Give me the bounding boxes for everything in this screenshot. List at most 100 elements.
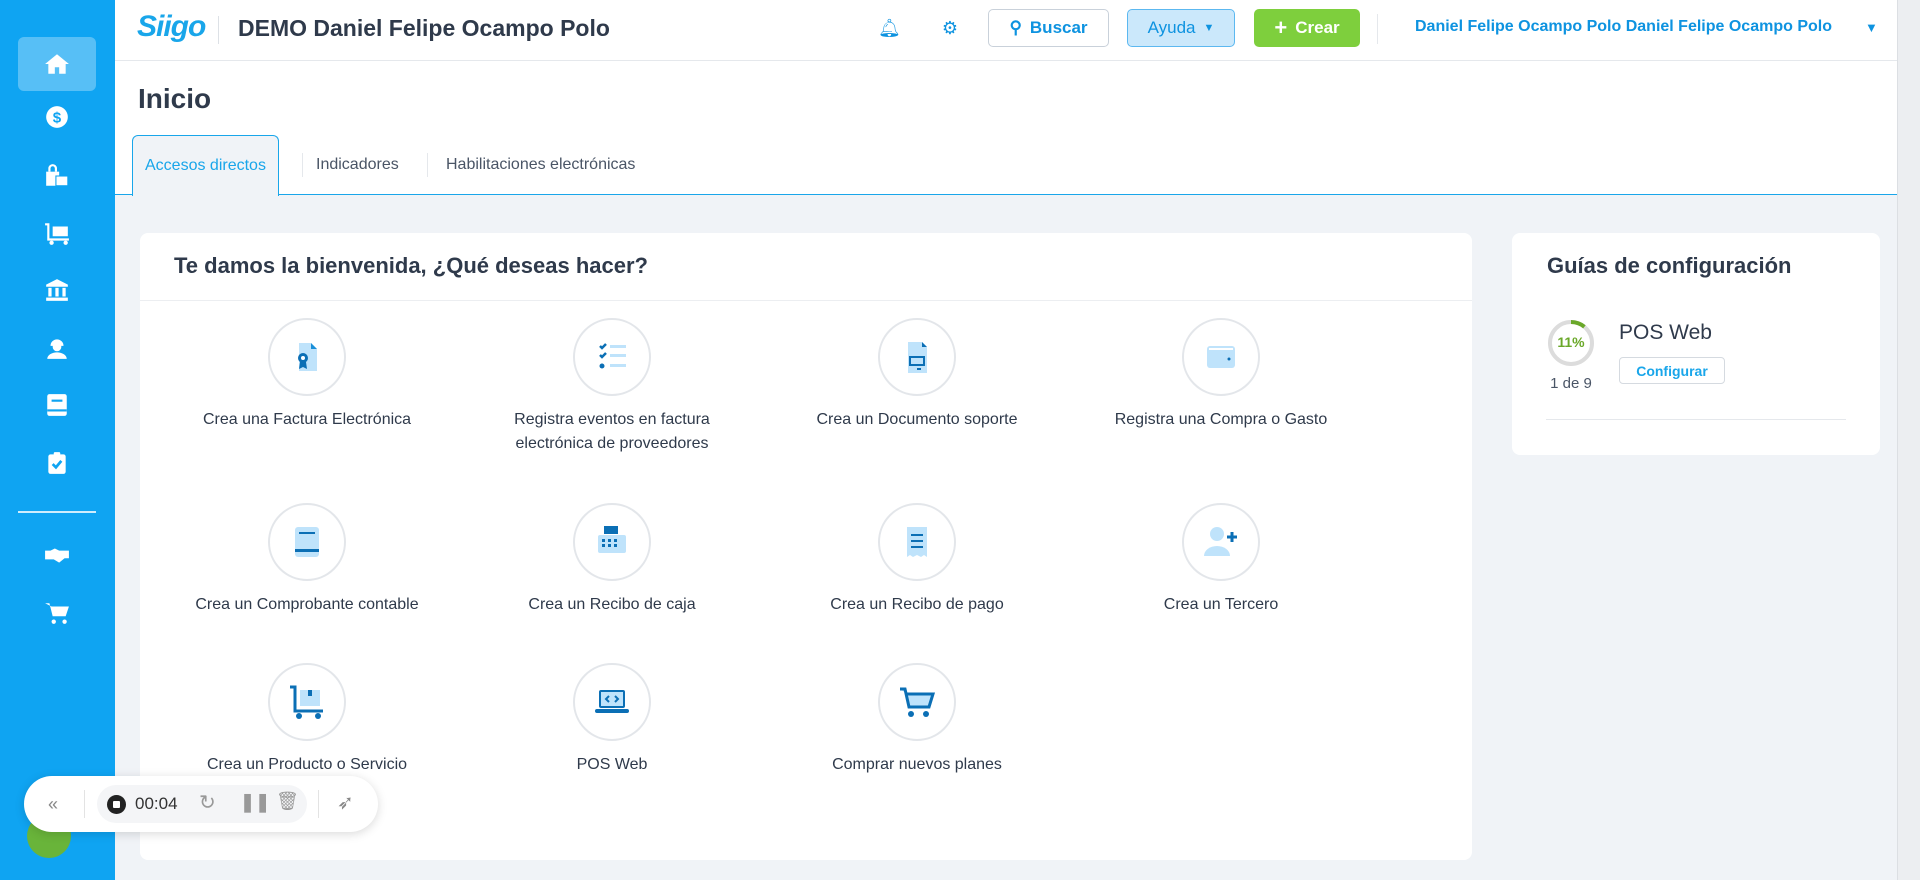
shortcut-label: Registra una Compra o Gasto — [1114, 411, 1328, 428]
svg-text:$: $ — [53, 109, 62, 126]
user-menu[interactable]: Daniel Felipe Ocampo Polo Daniel Felipe … — [1415, 18, 1832, 36]
trash-icon[interactable]: 🗑︎ — [276, 791, 299, 812]
invoice-certificate-icon — [298, 343, 317, 371]
chevron-down-icon[interactable]: ▼ — [1865, 20, 1878, 35]
shortcut-label: Crea un Tercero — [1163, 596, 1279, 613]
tab-divider — [427, 153, 428, 177]
pause-icon[interactable]: ❚❚ — [240, 792, 270, 813]
clipboard-check-icon — [48, 452, 66, 474]
shortcut-icon-circle[interactable] — [1182, 318, 1260, 396]
welcome-title: Te damos la bienvenida, ¿Qué deseas hace… — [174, 253, 648, 278]
divider — [318, 790, 319, 818]
sidebar-item-accounting[interactable] — [18, 378, 96, 432]
sidebar-item-inventory[interactable] — [18, 206, 96, 260]
search-label: Buscar — [1029, 18, 1088, 37]
shortcut-icon-circle[interactable] — [268, 503, 346, 581]
search-button[interactable]: ⚲ Buscar — [988, 9, 1109, 47]
shopping-cart-icon — [900, 687, 936, 717]
shortcut-icon-circle[interactable] — [573, 663, 651, 741]
book-icon — [47, 394, 67, 416]
shortcut-laptop-code[interactable]: POS Web — [462, 663, 762, 777]
shortcut-document[interactable]: Crea un Documento soporte — [767, 318, 1067, 432]
checklist-icon — [599, 343, 626, 369]
sidebar-item-tasks[interactable] — [18, 436, 96, 490]
guides-title: Guías de configuración — [1547, 253, 1792, 278]
shortcut-icon-circle[interactable] — [573, 503, 651, 581]
help-button[interactable]: Ayuda ▼ — [1127, 9, 1235, 47]
shortcut-wallet[interactable]: Registra una Compra o Gasto — [1071, 318, 1371, 432]
sidebar-item-partners[interactable] — [18, 528, 96, 582]
shortcut-label: Comprar nuevos planes — [832, 756, 1002, 773]
gear-icon[interactable]: ⚙ — [939, 18, 961, 40]
shortcut-checklist[interactable]: Registra eventos en factura electrónica … — [462, 318, 762, 456]
shortcut-invoice-certificate[interactable]: Crea una Factura Electrónica — [157, 318, 457, 432]
shortcut-label: POS Web — [576, 756, 648, 773]
tab-accesos-directos[interactable]: Accesos directos — [132, 135, 279, 196]
header-divider — [218, 16, 219, 44]
stop-icon[interactable] — [107, 795, 126, 814]
shortcut-label: Crea un Recibo de caja — [528, 596, 696, 613]
shortcut-label: Crea una Factura Electrónica — [202, 411, 412, 428]
shortcut-receipt[interactable]: Crea un Recibo de pago — [767, 503, 1067, 617]
tab-habilitaciones[interactable]: Habilitaciones electrónicas — [434, 135, 647, 195]
shortcut-label: Registra eventos en factura electrónica … — [514, 411, 710, 452]
scrollbar[interactable] — [1897, 0, 1920, 880]
document-icon — [908, 342, 927, 373]
plus-icon: + — [1274, 15, 1288, 40]
shortcut-icon-circle[interactable] — [573, 318, 651, 396]
sidebar: $ — [0, 0, 115, 880]
config-guides-card: Guías de configuración 11% 1 de 9 POS We… — [1512, 233, 1880, 455]
shortcut-cash-register[interactable]: Crea un Recibo de caja — [462, 503, 762, 617]
divider — [140, 300, 1472, 301]
sidebar-item-payroll[interactable] — [18, 321, 96, 375]
sidebar-item-bank[interactable] — [18, 263, 96, 317]
tab-divider — [302, 153, 303, 177]
collapse-icon[interactable]: « — [48, 794, 58, 815]
recording-time: 00:04 — [135, 794, 178, 813]
pointer-icon[interactable]: ➶ — [337, 790, 354, 815]
help-label: Ayuda — [1147, 18, 1196, 37]
page-title: Inicio — [138, 83, 212, 114]
progress-count: 1 de 9 — [1550, 375, 1592, 392]
shortcut-label: Crea un Documento soporte — [816, 411, 1018, 428]
shortcut-icon-circle[interactable] — [878, 318, 956, 396]
restart-icon[interactable]: ↻ — [199, 790, 216, 815]
create-label: Crear — [1295, 18, 1340, 37]
shortcut-icon-circle[interactable] — [1182, 503, 1260, 581]
create-button[interactable]: + Crear — [1254, 9, 1360, 47]
recorder-toolbar: « 00:04 ↻ ❚❚ 🗑︎ ➶ — [24, 776, 378, 832]
shortcut-label: Crea un Recibo de pago — [830, 596, 1004, 613]
laptop-code-icon — [595, 690, 629, 713]
siigo-logo[interactable]: Siigo — [137, 10, 206, 44]
chevron-down-icon: ▼ — [1203, 22, 1215, 34]
page-header: Inicio Accesos directos Indicadores Habi… — [115, 61, 1897, 196]
book-icon — [295, 527, 319, 557]
welcome-card: Te damos la bienvenida, ¿Qué deseas hace… — [140, 233, 1472, 860]
sidebar-item-sales[interactable]: $ — [18, 90, 96, 144]
tab-indicadores[interactable]: Indicadores — [304, 135, 411, 195]
user-plus-icon — [1204, 527, 1237, 556]
home-icon — [45, 54, 69, 74]
shortcut-shopping-cart[interactable]: Comprar nuevos planes — [767, 663, 1067, 777]
divider — [84, 790, 85, 818]
shortcut-icon-circle[interactable] — [878, 503, 956, 581]
shortcut-icon-circle[interactable] — [268, 663, 346, 741]
shortcut-book[interactable]: Crea un Comprobante contable — [157, 503, 457, 617]
shortcut-user-plus[interactable]: Crea un Tercero — [1071, 503, 1371, 617]
top-header: Siigo DEMO Daniel Felipe Ocampo Polo 🔔︎ … — [115, 0, 1897, 61]
sidebar-item-home[interactable] — [18, 37, 96, 91]
header-divider — [1377, 14, 1378, 44]
cart-icon — [45, 603, 69, 624]
shortcut-cart-box[interactable]: Crea un Producto o Servicio — [157, 663, 457, 777]
dolly-icon — [45, 223, 69, 245]
bell-icon[interactable]: 🔔︎ — [878, 18, 901, 40]
configure-button[interactable]: Configurar — [1619, 357, 1725, 384]
sidebar-item-purchases[interactable] — [18, 149, 96, 203]
search-icon: ⚲ — [1009, 18, 1022, 37]
dollar-icon: $ — [46, 106, 68, 128]
sidebar-divider — [18, 511, 96, 513]
bank-icon — [46, 279, 68, 301]
shortcut-icon-circle[interactable] — [268, 318, 346, 396]
shortcut-icon-circle[interactable] — [878, 663, 956, 741]
sidebar-item-store[interactable] — [18, 586, 96, 640]
